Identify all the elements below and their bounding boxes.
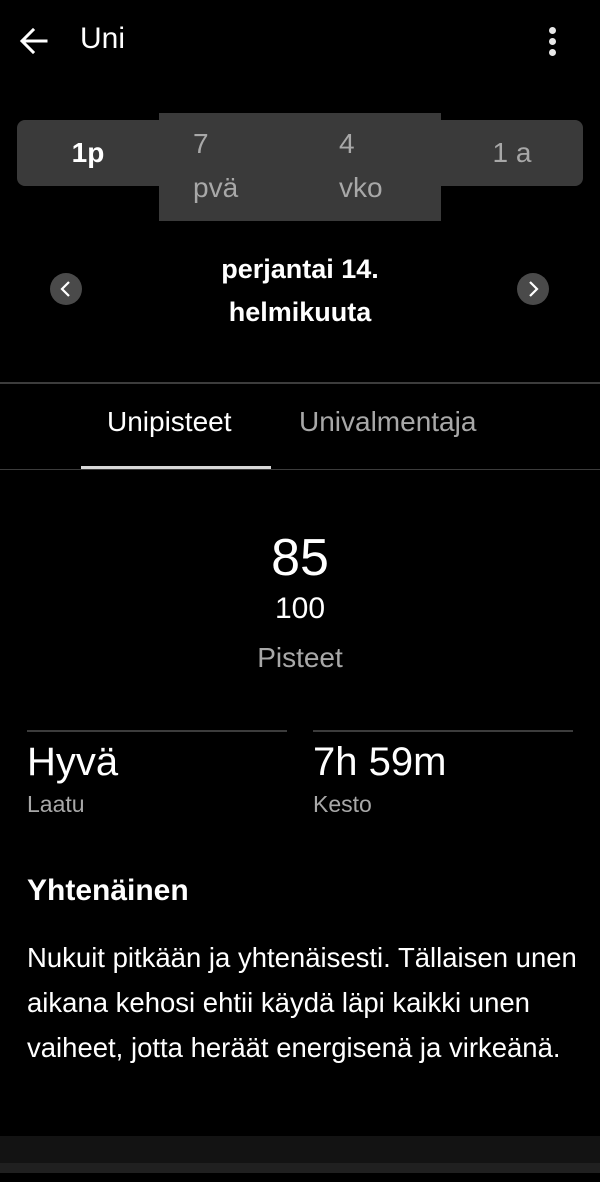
next-card-edge bbox=[0, 1163, 600, 1173]
arrow-left-icon bbox=[19, 27, 48, 55]
score-max: 100 bbox=[274, 592, 326, 625]
quality-label: Laatu bbox=[27, 791, 85, 817]
next-card-edge bbox=[0, 1136, 600, 1163]
duration-value: 7h 59m bbox=[313, 740, 447, 784]
period-option-1-day[interactable]: 1p bbox=[48, 137, 128, 169]
divider bbox=[0, 382, 600, 384]
score-label: Pisteet bbox=[257, 642, 343, 673]
chevron-right-icon bbox=[529, 281, 539, 297]
duration-label: Kesto bbox=[313, 791, 372, 817]
summary-title: Yhtenäinen bbox=[27, 874, 189, 907]
previous-day-button[interactable] bbox=[50, 273, 82, 305]
chevron-left-icon bbox=[60, 281, 70, 297]
divider bbox=[0, 469, 600, 470]
back-button[interactable] bbox=[16, 24, 52, 58]
page-title: Uni bbox=[80, 22, 126, 55]
summary-text: Nukuit pitkään ja yhtenäisesti. Tällaise… bbox=[27, 942, 577, 1063]
selected-date: perjantai 14. helmikuuta bbox=[221, 254, 379, 327]
score-value: 85 bbox=[271, 529, 329, 587]
period-option-4-weeks[interactable]: 4 vko bbox=[339, 122, 383, 210]
quality-value: Hyvä bbox=[27, 740, 119, 784]
period-option-1-year[interactable]: 1 a bbox=[472, 131, 552, 175]
tab-sleep-coach[interactable]: Univalmentaja bbox=[299, 406, 476, 438]
divider bbox=[313, 730, 573, 732]
app-bar: Uni bbox=[0, 0, 600, 82]
period-option-7-days[interactable]: 7 pvä bbox=[193, 122, 238, 210]
more-options-button[interactable] bbox=[540, 24, 566, 58]
next-day-button[interactable] bbox=[517, 273, 549, 305]
tab-sleep-score[interactable]: Unipisteet bbox=[107, 406, 232, 438]
divider bbox=[27, 730, 287, 732]
